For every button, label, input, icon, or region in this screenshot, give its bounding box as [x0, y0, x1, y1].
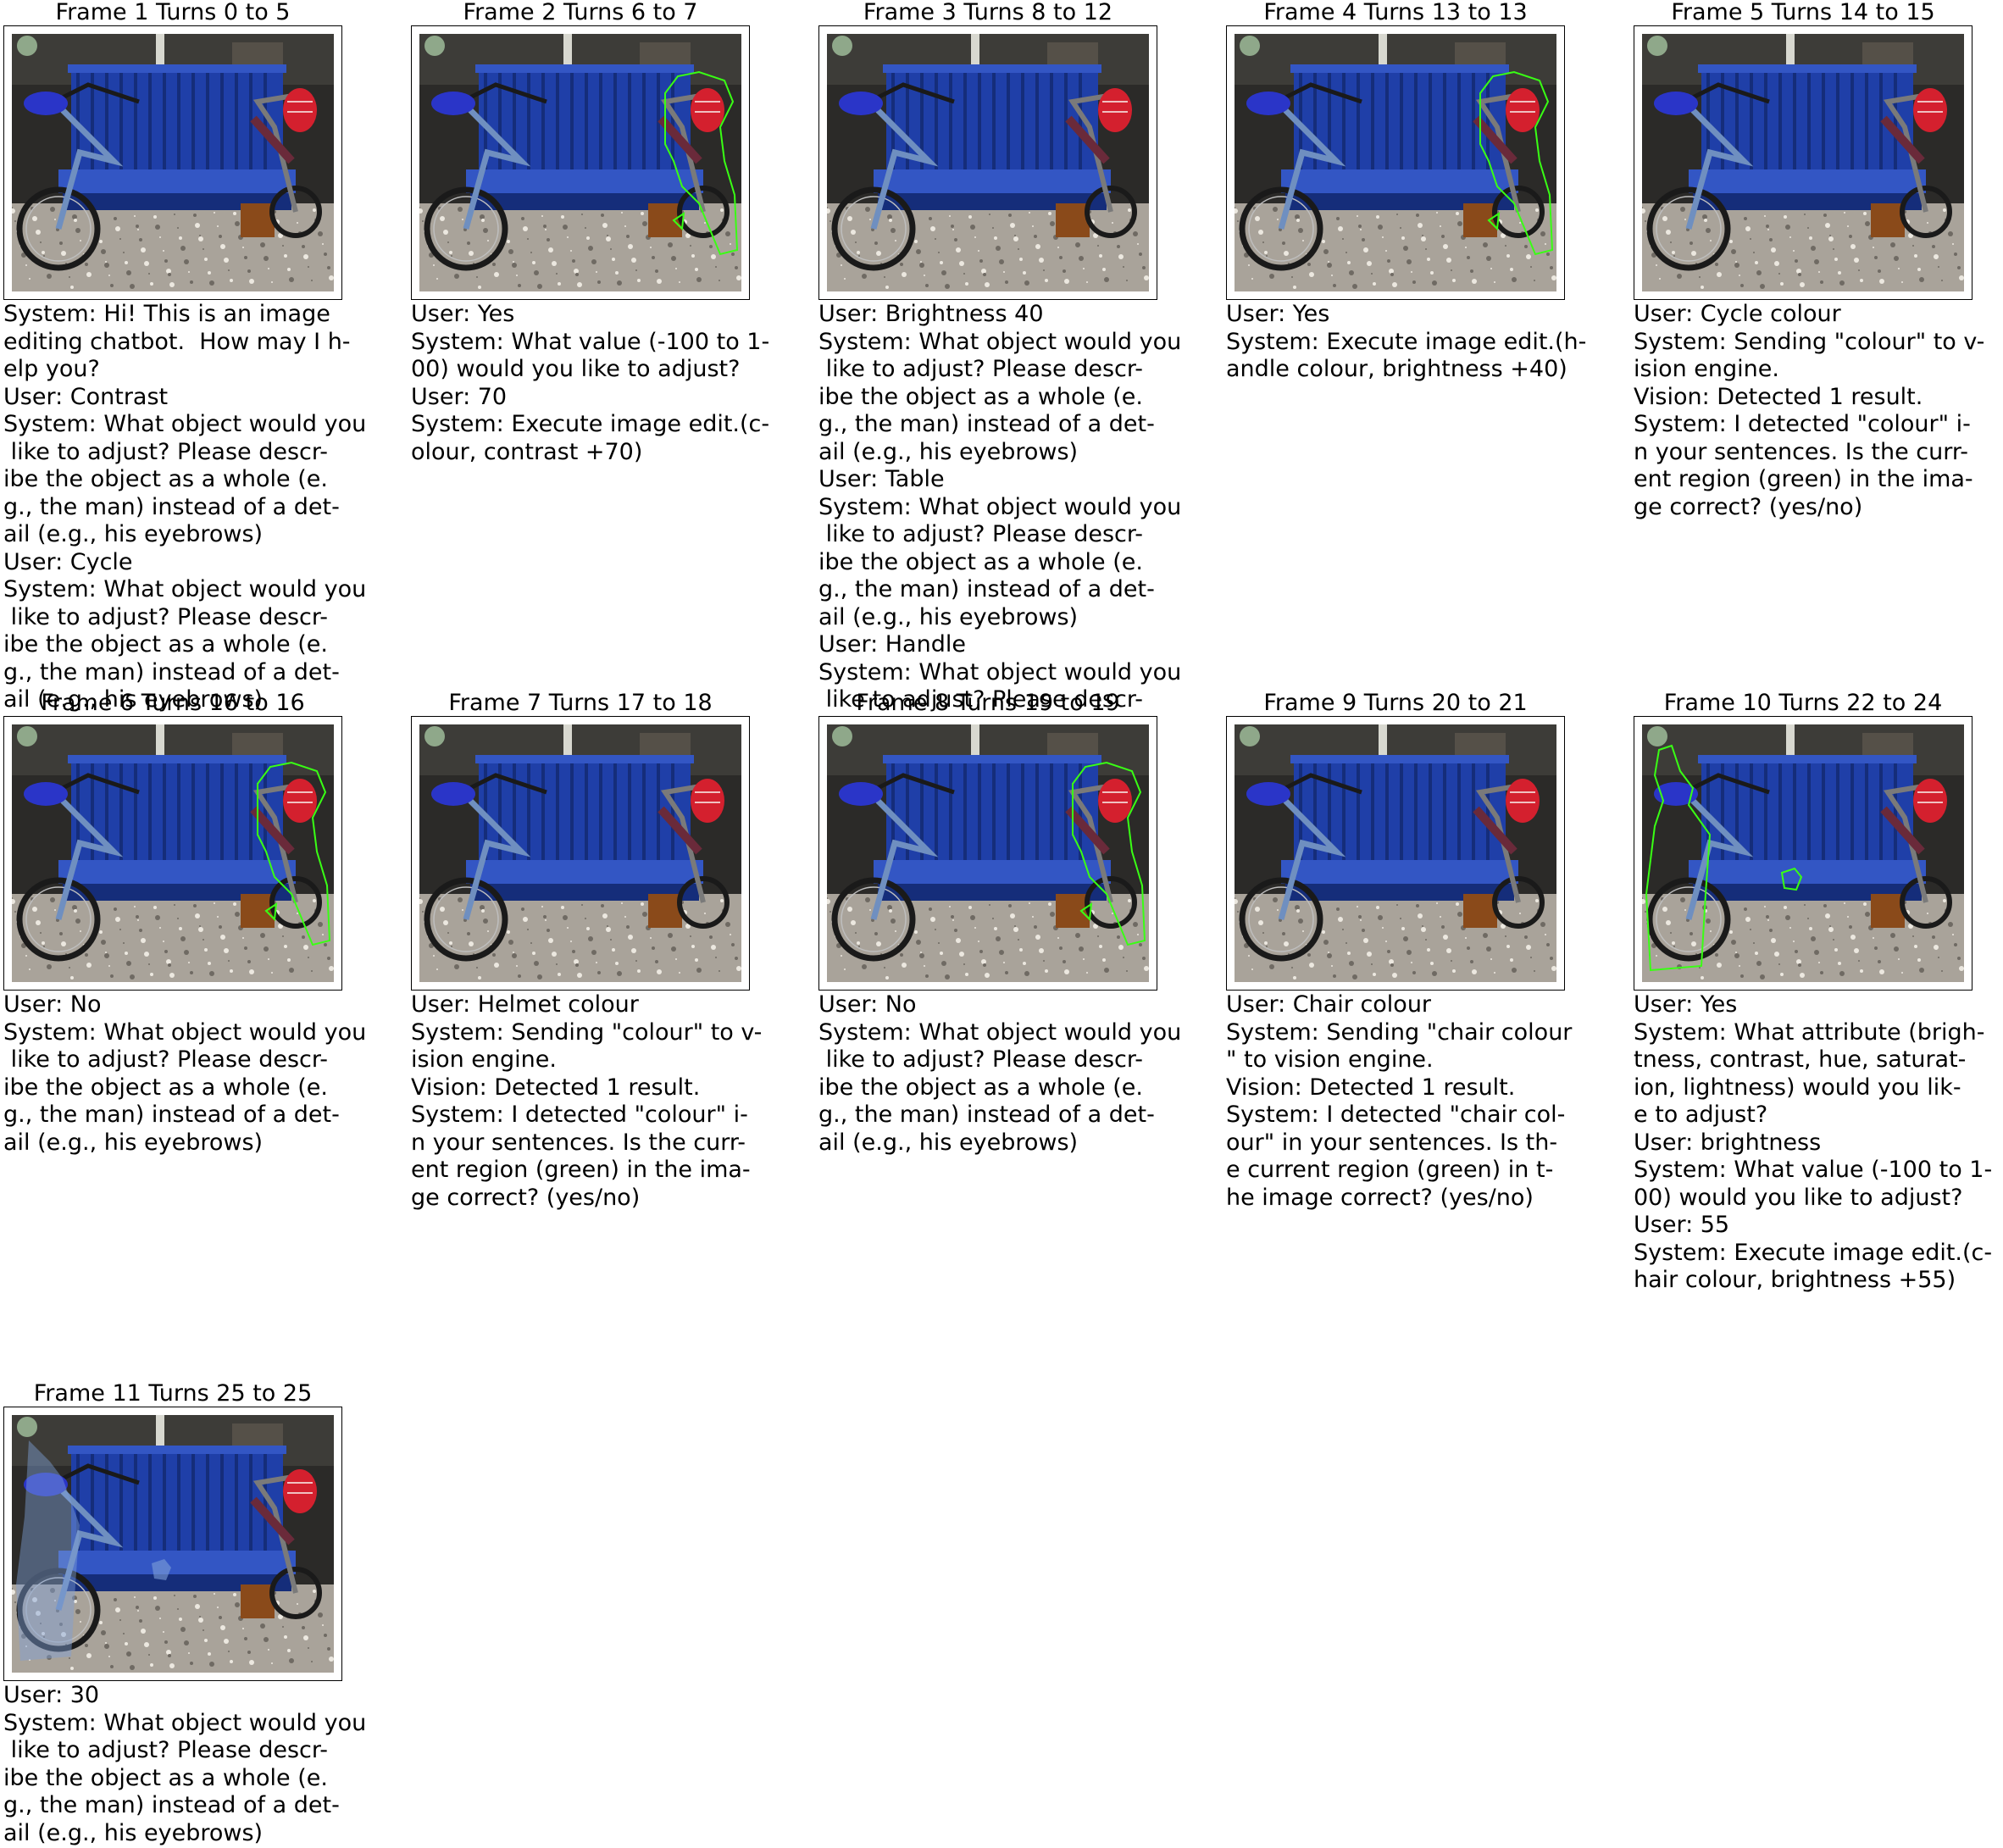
frame-image	[1634, 716, 1972, 991]
frame-image	[1226, 716, 1565, 991]
frame-title: Frame 10 Turns 22 to 24	[1663, 690, 1943, 716]
frame-title: Frame 2 Turns 6 to 7	[463, 0, 698, 25]
frame-image	[3, 25, 342, 300]
bench-bicycles-photo	[12, 34, 334, 291]
dialogue-transcript: User: Yes System: What value (-100 to 1-…	[411, 301, 770, 465]
bench-bicycles-photo	[1235, 34, 1556, 291]
frame-title: Frame 8 Turns 19 to 19	[856, 690, 1120, 716]
dialogue-transcript: User: Chair colour System: Sending "chai…	[1226, 991, 1573, 1211]
bench-bicycles-photo	[419, 724, 741, 982]
dialogue-transcript: User: 30 System: What object would you l…	[3, 1682, 367, 1846]
frame-image	[1226, 25, 1565, 300]
frame-image	[1634, 25, 1972, 300]
dialogue-transcript: User: No System: What object would you l…	[3, 991, 367, 1156]
frame-title: Frame 1 Turns 0 to 5	[55, 0, 291, 25]
bench-bicycles-photo	[1642, 34, 1964, 291]
dialogue-transcript: User: Yes System: What attribute (brigh-…	[1634, 991, 1993, 1293]
bench-bicycles-photo	[1235, 724, 1556, 982]
dialogue-transcript: User: Yes System: Execute image edit.(h-…	[1226, 301, 1587, 382]
bench-bicycles-photo	[827, 34, 1149, 291]
frame-title: Frame 3 Turns 8 to 12	[863, 0, 1113, 25]
frame-title: Frame 6 Turns 16 to 16	[41, 690, 305, 716]
frame-title: Frame 9 Turns 20 to 21	[1263, 690, 1528, 716]
frame-image	[818, 716, 1157, 991]
frame-image	[3, 1407, 342, 1681]
frame-image	[3, 716, 342, 991]
bench-bicycles-photo	[827, 724, 1149, 982]
frame-grid: Frame 1 Turns 0 to 5 System: Hi! This is …	[0, 0, 2003, 1848]
frame-image	[818, 25, 1157, 300]
frame-title: Frame 5 Turns 14 to 15	[1671, 0, 1935, 25]
dialogue-transcript: User: Helmet colour System: Sending "col…	[411, 991, 763, 1211]
frame-image	[411, 716, 750, 991]
bench-bicycles-photo	[419, 34, 741, 291]
bench-bicycles-photo	[12, 1415, 334, 1673]
dialogue-transcript: User: Cycle colour System: Sending "colo…	[1634, 301, 1985, 520]
frame-title: Frame 11 Turns 25 to 25	[33, 1380, 313, 1407]
bench-bicycles-photo	[1642, 724, 1964, 982]
dialogue-transcript: System: Hi! This is an image editing cha…	[3, 301, 367, 713]
bench-bicycles-photo	[12, 724, 334, 982]
dialogue-transcript: User: No System: What object would you l…	[818, 991, 1182, 1156]
frame-title: Frame 7 Turns 17 to 18	[448, 690, 713, 716]
frame-image	[411, 25, 750, 300]
frame-title: Frame 4 Turns 13 to 13	[1263, 0, 1528, 25]
